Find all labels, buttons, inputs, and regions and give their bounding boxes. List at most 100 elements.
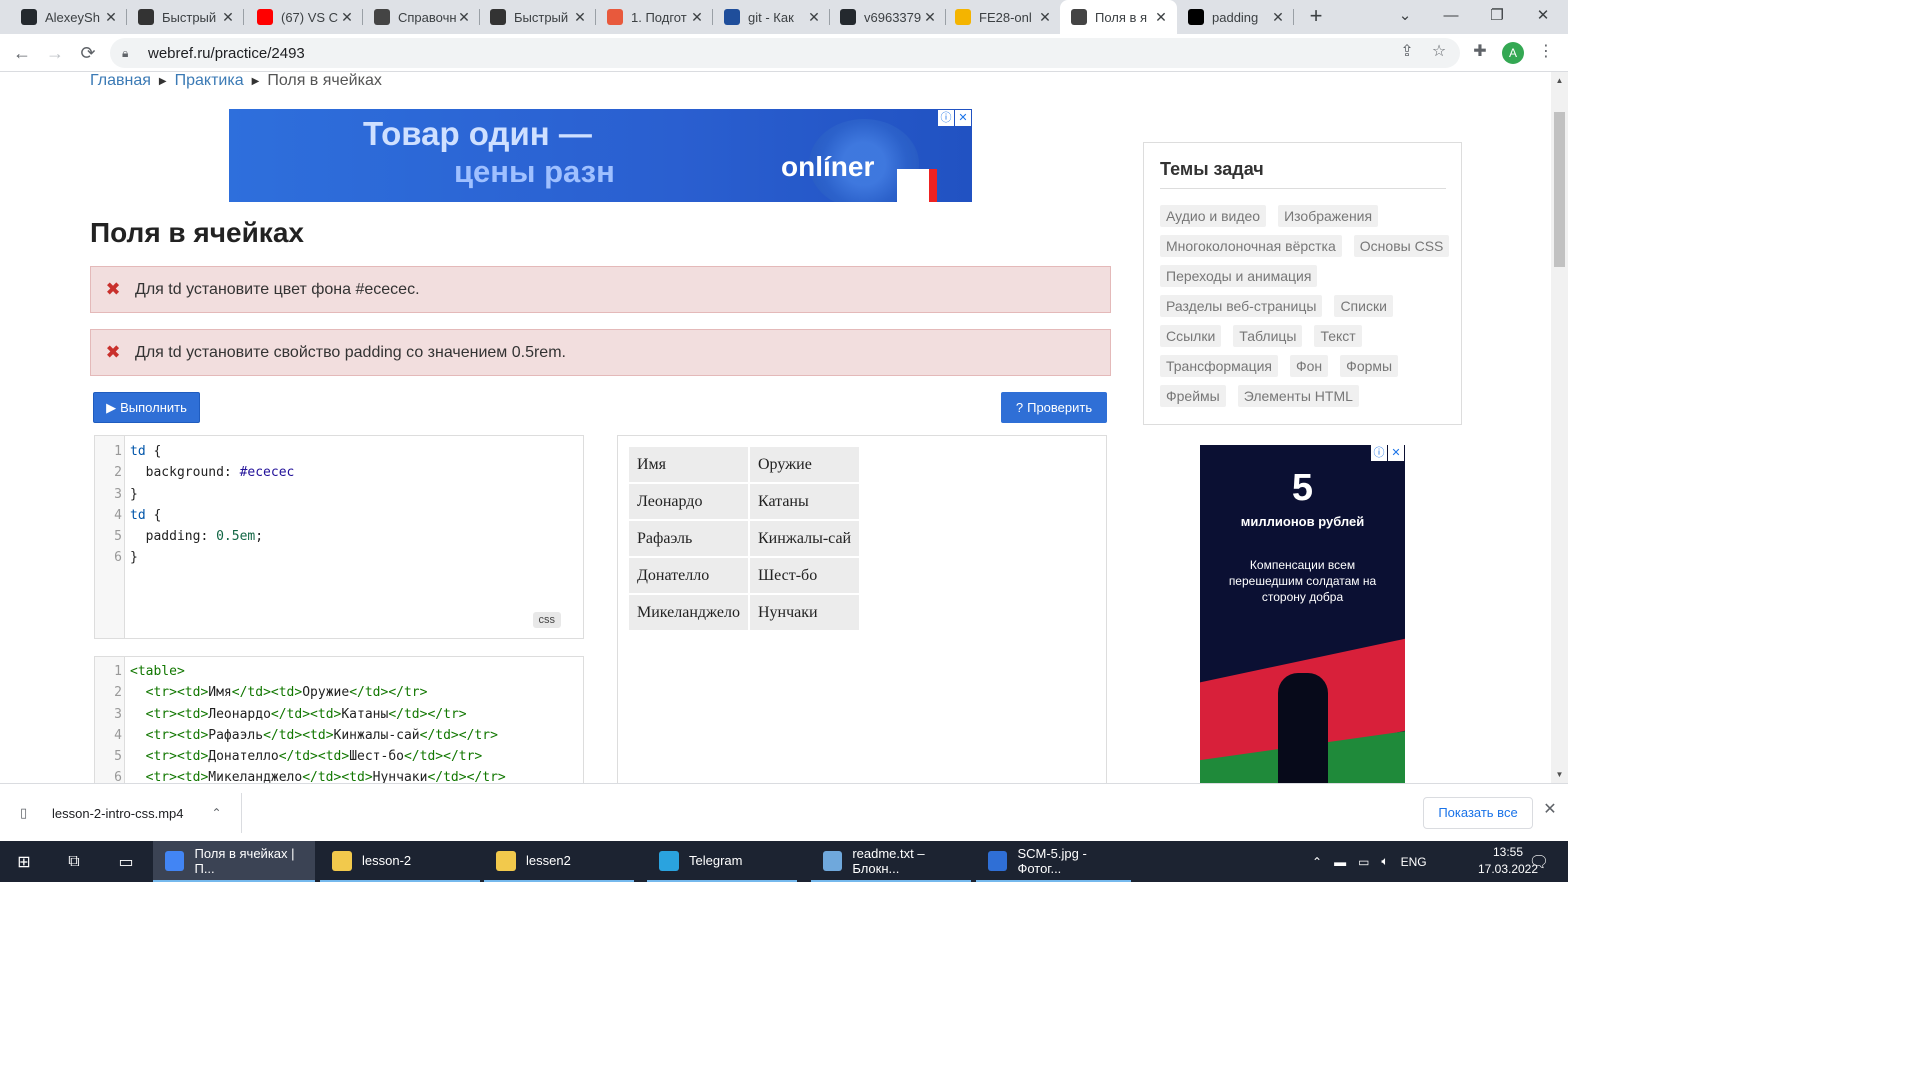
topic-tag[interactable]: Трансформация <box>1160 355 1278 377</box>
browser-tab[interactable]: Быстрый ✕ <box>479 0 596 34</box>
topic-tag[interactable]: Списки <box>1334 295 1393 317</box>
network-icon[interactable]: ▭ <box>1358 855 1369 869</box>
taskbar-app-label: Telegram <box>689 853 743 868</box>
close-tab-icon[interactable]: ✕ <box>689 9 705 25</box>
close-tab-icon[interactable]: ✕ <box>456 9 472 25</box>
windows-start-icon[interactable]: ⊞ <box>0 841 48 882</box>
browser-tab[interactable]: v6963379 ✕ <box>829 0 946 34</box>
taskbar-app[interactable]: lesson-2 <box>320 841 480 882</box>
language-indicator[interactable]: ENG <box>1401 855 1427 869</box>
taskbar-app[interactable]: SCM-5.jpg - Фотог... <box>976 841 1131 882</box>
new-tab-button[interactable]: + <box>1304 5 1328 29</box>
top-banner-ad[interactable]: Товар один — цены разн onlíner ⓘ ✕ <box>229 109 972 202</box>
taskbar-app[interactable]: Поля в ячейках | П... <box>153 841 315 882</box>
show-all-button[interactable]: Показать все <box>1423 797 1533 829</box>
check-button[interactable]: ? Проверить <box>1001 392 1107 423</box>
topic-tag[interactable]: Переходы и анимация <box>1160 265 1318 287</box>
browser-tab[interactable]: (67) VS C ✕ <box>246 0 363 34</box>
browser-tab[interactable]: git - Как ✕ <box>713 0 830 34</box>
topic-tag[interactable]: Фреймы <box>1160 385 1226 407</box>
close-tab-icon[interactable]: ✕ <box>922 9 938 25</box>
browser-tab[interactable]: 1. Подгот ✕ <box>596 0 713 34</box>
topic-tag[interactable]: Текст <box>1314 325 1362 347</box>
code-line[interactable]: 5 <tr><td>Донателло</td><td>Шест-бо</td>… <box>95 746 583 767</box>
notifications-icon[interactable]: 🗨︎ <box>1522 841 1556 882</box>
browser-tab[interactable]: Быстрый ✕ <box>127 0 244 34</box>
topic-tag[interactable]: Аудио и видео <box>1160 205 1267 227</box>
scroll-thumb[interactable] <box>1554 112 1565 267</box>
code-line[interactable]: 1 td { <box>95 441 583 462</box>
code-line[interactable]: 6} <box>95 547 583 568</box>
code-line[interactable]: 2 background: #ececec <box>95 462 583 483</box>
code-line[interactable]: 4 td { <box>95 505 583 526</box>
code-line[interactable]: 2 <tr><td>Имя</td><td>Оружие</td></tr> <box>95 682 583 703</box>
close-shelf-icon[interactable]: ✕ <box>1541 801 1559 819</box>
browser-tab[interactable]: FE28-onl ✕ <box>944 0 1061 34</box>
close-tab-icon[interactable]: ✕ <box>572 9 588 25</box>
chevron-up-icon[interactable]: ⌃ <box>212 806 222 820</box>
reload-icon[interactable]: ⟳ <box>76 41 100 65</box>
scroll-up-icon[interactable]: ▲ <box>1551 76 1568 85</box>
html-editor[interactable]: 1 <table> 2 <tr><td>Имя</td><td>Оружие</td… <box>94 656 584 783</box>
tray-chevron-icon[interactable]: ⌃ <box>1312 855 1322 869</box>
topic-tag[interactable]: Разделы веб-страницы <box>1160 295 1323 317</box>
close-tab-icon[interactable]: ✕ <box>1270 9 1286 25</box>
topic-tag[interactable]: Ссылки <box>1160 325 1222 347</box>
breadcrumb-home[interactable]: Главная <box>90 72 151 90</box>
battery-icon[interactable]: ▬ <box>1334 855 1346 869</box>
tab-search-icon[interactable]: ⌄ <box>1382 0 1428 34</box>
forward-icon[interactable]: → <box>43 41 67 65</box>
run-button[interactable]: ▶ Выполнить <box>93 392 200 423</box>
topic-tag[interactable]: Элементы HTML <box>1237 385 1359 407</box>
code-line[interactable]: 3 <tr><td>Леонардо</td><td>Катаны</td></… <box>95 704 583 725</box>
topic-tag[interactable]: Формы <box>1340 355 1399 377</box>
close-tab-icon[interactable]: ✕ <box>339 9 355 25</box>
volume-icon[interactable]: 🔈︎ <box>1381 854 1388 869</box>
topic-tag[interactable]: Многоколоночная вёрстка <box>1160 235 1342 257</box>
back-icon[interactable]: ← <box>10 41 34 65</box>
maximize-button[interactable]: ❐ <box>1474 0 1520 34</box>
topic-tag[interactable]: Таблицы <box>1233 325 1303 347</box>
browser-tab[interactable]: AlexeySh ✕ <box>10 0 127 34</box>
topic-tag[interactable]: Основы CSS <box>1353 235 1450 257</box>
share-icon[interactable]: ⇪ <box>1396 41 1418 63</box>
ad-info-icon[interactable]: ⓘ <box>1371 445 1387 461</box>
close-tab-icon[interactable]: ✕ <box>1037 9 1053 25</box>
profile-avatar[interactable]: A <box>1502 42 1524 64</box>
menu-icon[interactable]: ⋮ <box>1535 41 1557 63</box>
code-line[interactable]: 3} <box>95 484 583 505</box>
close-window-button[interactable]: ✕ <box>1520 0 1566 34</box>
extensions-icon[interactable]: ✚ <box>1469 41 1491 63</box>
scroll-down-icon[interactable]: ▼ <box>1551 770 1568 779</box>
lock-icon[interactable]: 🔒︎ <box>122 45 138 61</box>
task-view-icon[interactable]: ⧉ <box>50 841 98 882</box>
code-line[interactable]: 1 <table> <box>95 661 583 682</box>
ad-close-icon[interactable]: ✕ <box>1388 445 1404 461</box>
side-banner-ad[interactable]: 5 миллионов рублей Компенсации всем пере… <box>1200 445 1405 783</box>
taskbar-app[interactable]: readme.txt – Блокн... <box>811 841 971 882</box>
ad-info-icon[interactable]: ⓘ <box>938 110 954 126</box>
code-line[interactable]: 6 <tr><td>Микеланджело</td><td>Нунчаки</… <box>95 767 583 783</box>
browser-tab[interactable]: Справочн ✕ <box>363 0 480 34</box>
address-bar[interactable]: 🔒︎ webref.ru/practice/2493 <box>110 38 1460 68</box>
topic-tag[interactable]: Изображения <box>1278 205 1379 227</box>
topic-tag[interactable]: Фон <box>1290 355 1329 377</box>
taskbar-app[interactable]: lessen2 <box>484 841 634 882</box>
ad-close-icon[interactable]: ✕ <box>955 110 971 126</box>
browser-tab[interactable]: padding ✕ <box>1177 0 1294 34</box>
page-scrollbar[interactable]: ▲ ▼ <box>1551 72 1568 783</box>
close-tab-icon[interactable]: ✕ <box>806 9 822 25</box>
code-line[interactable]: 5 padding: 0.5em; <box>95 526 583 547</box>
code-line[interactable]: 4 <tr><td>Рафаэль</td><td>Кинжалы-сай</t… <box>95 725 583 746</box>
desktop-app-icon[interactable]: ▭ <box>102 841 150 882</box>
close-tab-icon[interactable]: ✕ <box>1153 9 1169 25</box>
taskbar-app[interactable]: Telegram <box>647 841 797 882</box>
css-editor[interactable]: 1 td {2 background: #ececec 3} 4 td {5 paddi… <box>94 435 584 639</box>
minimize-button[interactable]: — <box>1428 0 1474 34</box>
breadcrumb-practice[interactable]: Практика <box>175 72 244 90</box>
close-tab-icon[interactable]: ✕ <box>220 9 236 25</box>
bookmark-star-icon[interactable]: ☆ <box>1428 41 1450 63</box>
browser-tab[interactable]: Поля в я ✕ <box>1060 0 1177 34</box>
close-tab-icon[interactable]: ✕ <box>103 9 119 25</box>
download-item[interactable]: ▯ lesson-2-intro-css.mp4 ⌃ <box>14 793 242 833</box>
